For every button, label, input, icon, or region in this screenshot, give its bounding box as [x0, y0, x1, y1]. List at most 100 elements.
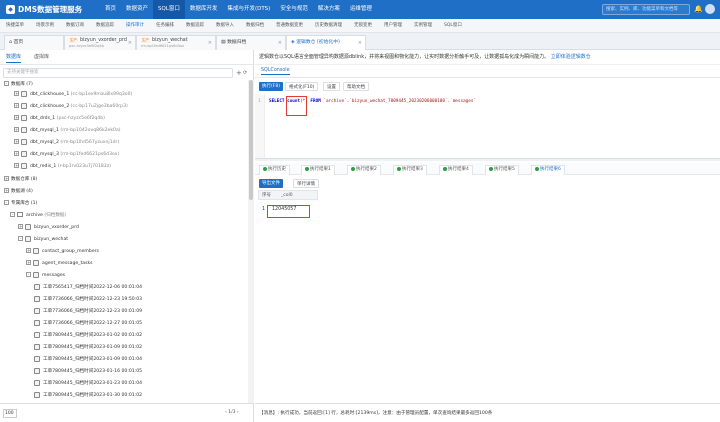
menu-item-instances[interactable]: 实例管理 — [408, 19, 438, 33]
tree-folder[interactable]: - archive (归档数据) — [10, 211, 66, 220]
tab-home[interactable]: ⌂ 首页 — [4, 35, 64, 50]
tree-db[interactable]: + dbt_mysql_3 (rm-bp1fed6621ps6d3ox) — [14, 150, 119, 159]
menu-item-users[interactable]: 用户管理 — [378, 19, 408, 33]
tree-table[interactable]: + contact_group_members — [26, 247, 99, 256]
tab-archive[interactable]: ▤ 数据归档 × — [216, 35, 286, 50]
execute-button[interactable]: 执行(F8) — [259, 82, 283, 91]
tree-table[interactable]: - messages — [26, 271, 65, 280]
tab-result-6[interactable]: 执行结果6 — [531, 165, 565, 175]
menu-item-change[interactable]: 普通数据变更 — [270, 19, 309, 33]
tree-db[interactable]: + dbt_mysql_2 (rm-bp1lhd567yzuxnj1dr) — [14, 138, 119, 147]
tree-item[interactable]: 工单7809445_归档时间2023-01-09 00:01:02 — [34, 343, 142, 352]
app-logo[interactable]: ◆ DMS数据管理服务 — [0, 4, 100, 15]
menu-item-track[interactable]: 数据追踪 — [90, 19, 120, 33]
tab-wechat[interactable]: 生产 bizyun_wechat rm-bp1fed6621ps6d3ox × — [136, 35, 216, 50]
tree-item[interactable]: 工单7736066_归档时间2022-12-23 19:50:03 — [34, 295, 142, 304]
menu-item-lockfree[interactable]: 无锁变更 — [348, 19, 378, 33]
try-logic-warehouse-link[interactable]: 立即体验逻辑数仓 — [551, 54, 591, 60]
tree-item[interactable]: 工单7809445_归档时间2023-01-02 00:01:02 — [34, 331, 142, 340]
nav-integration[interactable]: 集成与开发(DTS) — [222, 0, 275, 19]
tab-result-4[interactable]: 执行结果4 — [439, 165, 473, 175]
tab-result-1[interactable]: 执行结果1 — [301, 165, 335, 175]
result-table-header: 序号 _col0 — [258, 190, 318, 200]
menu-item-audit[interactable]: 操作审计 — [120, 19, 150, 33]
promo-notice: 逻辑数仓以SQL语言全面管理异构数据源dblink，并将来视图和物化能力，让实时… — [255, 50, 720, 65]
menu-item-sub[interactable]: 数据订阅 — [60, 19, 90, 33]
tree-db[interactable]: + dbt_redis_1 (r-bp1rv023u7j70183z) — [14, 162, 111, 171]
menu-item-scenario[interactable]: 场景示例 — [30, 19, 60, 33]
add-icon[interactable]: + — [236, 68, 242, 78]
archive-table-icon — [34, 307, 40, 314]
explorer-pager[interactable]: ‹ 1/3 › — [225, 410, 239, 415]
database-icon — [25, 235, 31, 242]
menu-item-import[interactable]: 数据导入 — [210, 19, 240, 33]
tab-logic-warehouse[interactable]: ◈ 逻辑数仓 (初始化中) × — [286, 35, 366, 50]
menu-item-task[interactable]: 任务编排 — [150, 19, 180, 33]
tree-db[interactable]: + dbt_clickhouse_1 (cc-bp1ex9mzu8lx99q3o0… — [14, 90, 132, 99]
tree-db[interactable]: + bizyun_vxorder_prd — [18, 223, 79, 232]
tree-db[interactable]: + dbt_clickhouse_2 (cc-bp17u2jge3ba60rp3) — [14, 102, 128, 111]
menu-item-archive[interactable]: 数据归档 — [240, 19, 270, 33]
tree-item[interactable]: 工单7736066_归档时间2022-12-23 00:01:09 — [34, 307, 142, 316]
close-icon[interactable]: × — [278, 40, 282, 46]
archive-table-icon — [34, 283, 40, 290]
avatar[interactable] — [705, 4, 715, 14]
tree-group[interactable]: + 数据湖 (4) — [4, 187, 33, 196]
tab-history[interactable]: 执行历史 — [259, 165, 290, 175]
page-size-select[interactable]: 100 — [3, 409, 17, 418]
global-search-input[interactable]: 搜索、实例、库、功能菜单和文档等 — [602, 4, 690, 15]
tree-item[interactable]: 工单7565417_归档时间2022-12-06 00:01:04 — [34, 283, 142, 292]
explorer-scrollbar[interactable] — [248, 80, 254, 403]
scrollbar-thumb[interactable] — [249, 80, 253, 200]
tab-result-2[interactable]: 执行结果2 — [347, 165, 381, 175]
tree-group[interactable]: - 数据库 (7) — [4, 80, 33, 89]
editor-resize-handle[interactable] — [255, 158, 720, 161]
nav-security[interactable]: 安全与规范 — [275, 0, 313, 19]
close-icon[interactable]: × — [128, 40, 132, 46]
tree-db[interactable]: - bizyun_wechat — [18, 235, 68, 244]
help-doc-button[interactable]: 帮助文档 — [343, 82, 369, 91]
single-row-detail-button[interactable]: 单行详情 — [293, 179, 319, 188]
menu-item-clean[interactable]: 历史数据清理 — [309, 19, 348, 33]
menu-item-track2[interactable]: 数据追踪 — [180, 19, 210, 33]
tab-database[interactable]: 数据库 — [6, 53, 22, 63]
nav-db-dev[interactable]: 数据库开发 — [185, 0, 223, 19]
tree-group[interactable]: + 数据仓库 (8) — [4, 175, 37, 184]
export-file-button[interactable]: 导出文件 — [259, 179, 283, 188]
tab-vxorder[interactable]: 生产 bizyun_vxorder_prd pxc-hzyzc5e6f2q4b × — [64, 35, 136, 50]
redis-icon — [21, 162, 27, 169]
refresh-icon[interactable]: ⟳ — [243, 68, 247, 78]
nav-data-assets[interactable]: 数据资产 — [121, 0, 153, 19]
close-icon[interactable]: × — [208, 40, 212, 46]
tree-item[interactable]: 工单7809445_归档时间2023-01-23 00:01:04 — [34, 379, 142, 388]
tree-db[interactable]: + dbt_drds_1 (pxc-hzyzc5e6f2q4b) — [14, 114, 105, 123]
explorer-search-input[interactable]: 支持关键字搜索 — [3, 68, 233, 78]
tab-result-3[interactable]: 执行结果3 — [393, 165, 427, 175]
settings-button[interactable]: 设置 — [323, 82, 340, 91]
tree-item[interactable]: 工单7809445_归档时间2023-01-30 00:01:02 — [34, 391, 142, 400]
tree-item[interactable]: 工单7809445_归档时间2023-01-09 00:01:04 — [34, 355, 142, 364]
format-button[interactable]: 格式化(F10) — [285, 82, 319, 91]
nav-solutions[interactable]: 解决方案 — [313, 0, 345, 19]
next-page-icon[interactable]: › — [235, 410, 239, 415]
close-icon[interactable]: × — [358, 40, 362, 46]
object-explorer: 数据库 虚拟库 支持关键字搜索 + ⟳ - 数据库 (7) + dbt_clickh… — [0, 50, 254, 403]
menu-item-quick[interactable]: 快捷菜单 — [0, 19, 30, 33]
nav-home[interactable]: 首页 — [100, 0, 121, 19]
tree-table[interactable]: + agent_message_tasks — [26, 259, 93, 268]
result-actions: 导出文件 单行详情 — [255, 177, 720, 189]
nav-sql-window[interactable]: SQL窗口 — [153, 0, 185, 19]
sql-editor[interactable]: 1 SELECT count(*) FROM `archive`.`bizyun… — [255, 94, 720, 160]
menu-item-sql[interactable]: SQL窗口 — [438, 19, 468, 33]
tree-db[interactable]: + dbt_mysql_1 (rm-bp1042ovq86k2ek0a) — [14, 126, 121, 135]
tree-item[interactable]: 工单7809445_归档时间2023-01-16 00:01:05 — [34, 367, 142, 376]
tree-item[interactable]: 工单7736066_归档时间2022-12-27 00:01:05 — [34, 319, 142, 328]
tab-sqlconsole[interactable]: SQLConsole — [261, 68, 290, 75]
tab-result-5[interactable]: 执行结果5 — [485, 165, 519, 175]
tab-virtual-db[interactable]: 虚拟库 — [34, 53, 49, 60]
archive-table-icon — [34, 367, 40, 374]
column-col0[interactable]: _col0 — [281, 192, 293, 200]
bell-icon[interactable]: 🔔 — [694, 5, 703, 13]
nav-ops[interactable]: 运维管理 — [345, 0, 377, 19]
tree-group[interactable]: - 专属库合 (1) — [4, 199, 37, 208]
